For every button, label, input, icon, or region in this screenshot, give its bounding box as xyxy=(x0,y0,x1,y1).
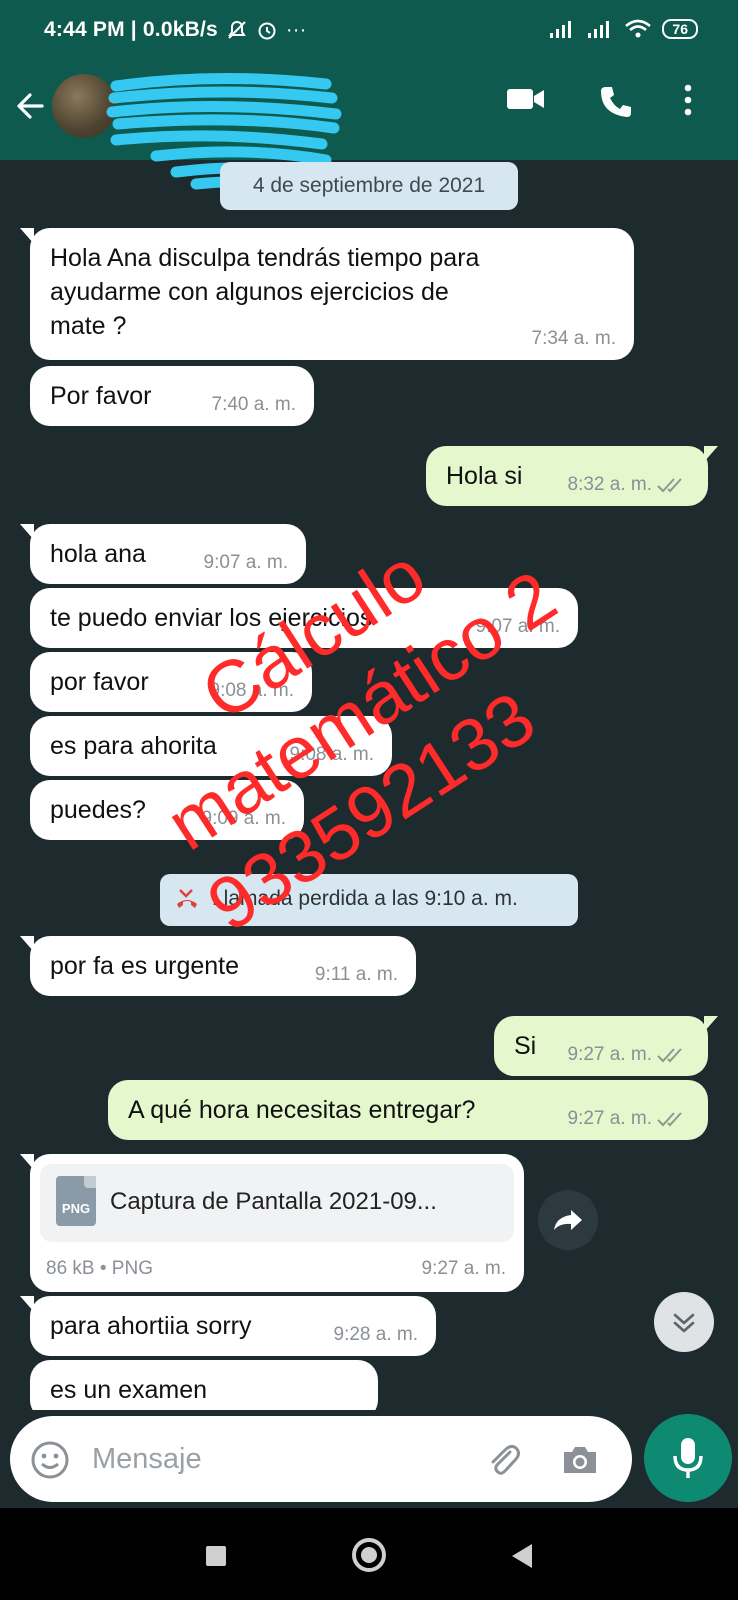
message-bubble[interactable]: puedes? 9:09 a. m. xyxy=(30,780,304,840)
message-bubble[interactable]: para ahortiia sorry 9:28 a. m. xyxy=(20,1296,436,1356)
chat-area[interactable]: 4 de septiembre de 2021 Hola Ana disculp… xyxy=(0,160,738,1410)
home-button[interactable] xyxy=(352,1538,386,1572)
message-text: puedes? xyxy=(50,796,146,824)
message-bubble[interactable]: es un examen xyxy=(30,1360,378,1410)
wifi-icon xyxy=(625,19,652,38)
message-input[interactable] xyxy=(92,1436,452,1482)
message-text: es un examen xyxy=(50,1376,208,1404)
message-time: 9:27 a. m. xyxy=(567,1044,653,1065)
message-bubble[interactable]: por favor 9:08 a. m. xyxy=(30,652,312,712)
missed-call-notice[interactable]: Llamada perdida a las 9:10 a. m. xyxy=(160,874,578,926)
message-bubble[interactable]: por fa es urgente 9:11 a. m. xyxy=(20,936,416,996)
signal-icon xyxy=(550,21,572,38)
message-text: por favor xyxy=(50,668,149,696)
more-notifications-icon: ··· xyxy=(285,18,307,41)
message-bubble[interactable]: Hola Ana disculpa tendrás tiempo para ay… xyxy=(20,228,634,360)
message-bubble[interactable]: hola ana 9:07 a. m. xyxy=(20,524,306,584)
message-bubble[interactable]: Por favor 7:40 a. m. xyxy=(30,366,314,426)
attach-icon[interactable] xyxy=(484,1440,524,1480)
status-time: 4:44 PM | 0.0kB/s xyxy=(44,18,218,41)
system-nav-bar xyxy=(0,1508,738,1600)
voice-call-icon[interactable] xyxy=(598,84,634,120)
emoji-icon[interactable] xyxy=(30,1440,70,1480)
signal-icon-2 xyxy=(588,21,610,38)
message-time: 9:08 a. m. xyxy=(209,680,295,701)
more-options-icon[interactable] xyxy=(682,82,694,118)
message-text: por fa es urgente xyxy=(50,952,240,980)
message-time: 8:32 a. m. xyxy=(567,474,653,495)
message-text: Por favor xyxy=(50,382,152,410)
message-text: para ahortiia sorry xyxy=(50,1312,252,1340)
battery-indicator: 76 xyxy=(662,19,698,39)
message-time: 7:40 a. m. xyxy=(211,394,297,415)
video-call-icon[interactable] xyxy=(506,86,546,112)
voice-message-button[interactable] xyxy=(644,1414,732,1502)
message-text: te puedo enviar los ejercicios xyxy=(50,604,373,632)
message-time: 7:34 a. m. xyxy=(531,328,617,349)
message-time: 9:28 a. m. xyxy=(333,1324,419,1345)
chat-header xyxy=(0,56,738,194)
message-time: 9:09 a. m. xyxy=(201,808,287,829)
message-time: 9:07 a. m. xyxy=(203,552,289,573)
message-bubble[interactable]: Si 9:27 a. m. xyxy=(494,1016,718,1076)
read-ticks-icon xyxy=(657,1112,682,1127)
message-text: A qué hora necesitas entregar? xyxy=(128,1096,476,1124)
status-left: 4:44 PM | 0.0kB/s ··· xyxy=(44,18,306,42)
file-name: Captura de Pantalla 2021-09... xyxy=(110,1188,437,1215)
missed-call-icon xyxy=(177,889,197,908)
message-bubble[interactable]: es para ahorita 9:08 a. m. xyxy=(30,716,392,776)
mute-bell-icon xyxy=(228,20,246,39)
status-right: 76 xyxy=(548,18,698,40)
forward-button[interactable] xyxy=(538,1190,598,1250)
message-time: 9:11 a. m. xyxy=(314,964,398,985)
file-message[interactable]: PNG Captura de Pantalla 2021-09... 86 kB… xyxy=(20,1154,524,1292)
message-input-bar xyxy=(10,1416,632,1502)
forward-icon xyxy=(554,1210,582,1230)
png-file-icon: PNG xyxy=(56,1176,96,1226)
system-back-button[interactable] xyxy=(512,1544,532,1568)
message-text: es para ahorita xyxy=(50,732,217,760)
microphone-icon xyxy=(673,1438,703,1478)
back-arrow-icon[interactable] xyxy=(12,84,52,128)
message-text: Si xyxy=(514,1032,537,1060)
message-time: 9:07 a. m. xyxy=(475,616,561,637)
status-bar: 4:44 PM | 0.0kB/s ··· 76 xyxy=(0,0,738,56)
read-ticks-icon xyxy=(657,1048,682,1063)
message-text: hola ana xyxy=(50,540,146,568)
read-ticks-icon xyxy=(657,478,682,493)
message-text: Hola si xyxy=(446,462,523,490)
message-bubble[interactable]: Hola si 8:32 a. m. xyxy=(426,446,718,506)
recents-button[interactable] xyxy=(206,1546,226,1566)
alarm-icon xyxy=(258,22,276,40)
message-time: 9:08 a. m. xyxy=(289,744,375,765)
message-time: 9:27 a. m. xyxy=(421,1258,507,1279)
missed-call-text: Llamada perdida a las 9:10 a. m. xyxy=(212,887,518,910)
file-attachment[interactable]: PNG Captura de Pantalla 2021-09... xyxy=(40,1164,514,1242)
message-bubble[interactable]: te puedo enviar los ejercicios 9:07 a. m… xyxy=(30,588,578,648)
camera-icon[interactable] xyxy=(560,1440,600,1480)
scroll-to-bottom-button[interactable] xyxy=(654,1292,714,1352)
message-text: Hola Ana disculpa tendrás tiempo para ay… xyxy=(50,244,480,340)
file-meta: 86 kB • PNG xyxy=(46,1258,153,1279)
date-separator: 4 de septiembre de 2021 xyxy=(220,162,518,210)
double-chevron-down-icon xyxy=(673,1313,695,1333)
message-time: 9:27 a. m. xyxy=(567,1108,653,1129)
message-bubble[interactable]: A qué hora necesitas entregar? 9:27 a. m… xyxy=(108,1080,708,1140)
